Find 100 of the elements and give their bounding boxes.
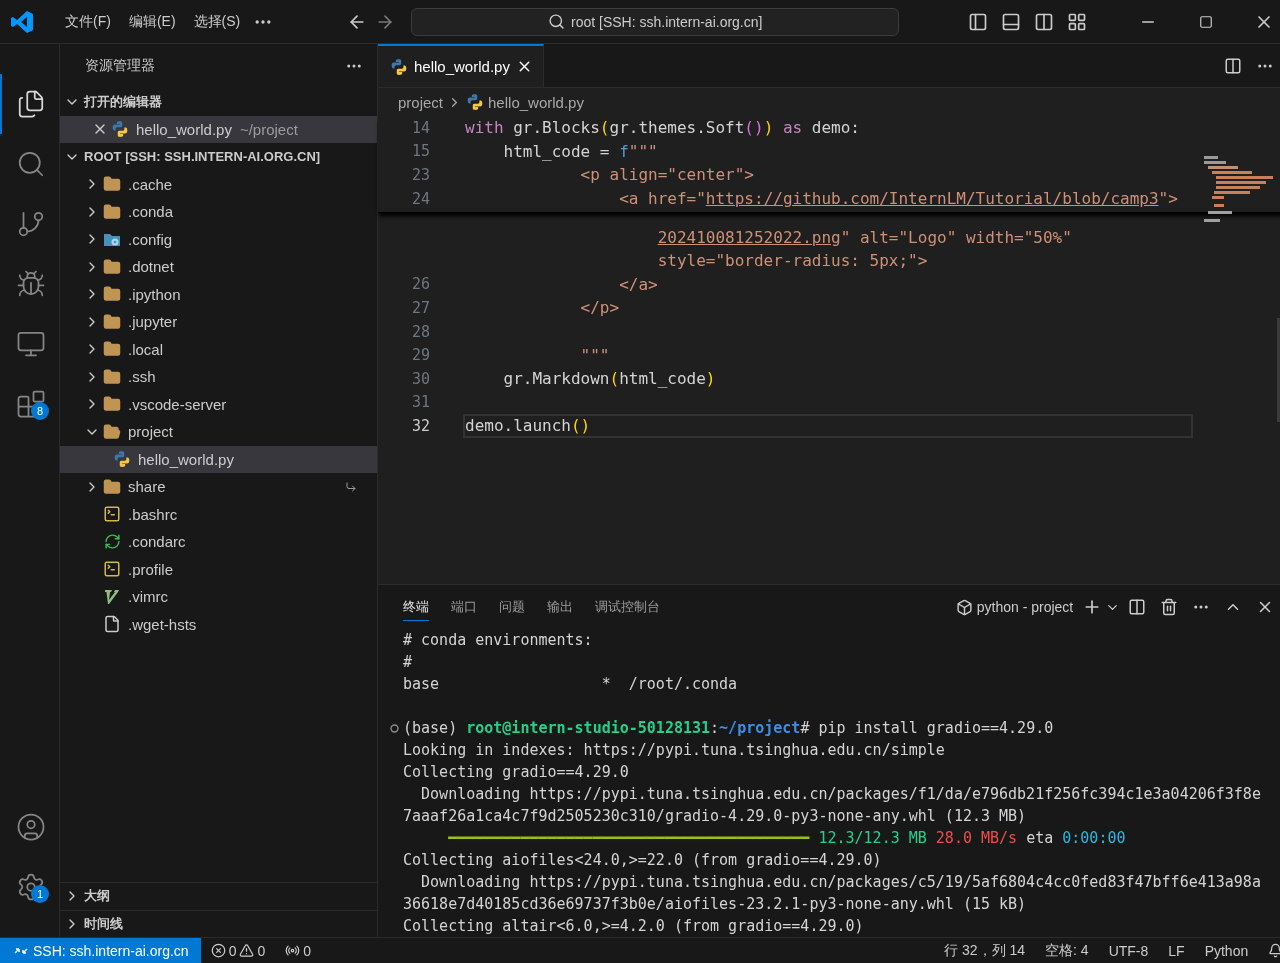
folder-icon <box>103 285 121 304</box>
tree-item[interactable]: share <box>60 473 377 501</box>
search-icon <box>548 13 565 30</box>
problems-status[interactable]: 0 0 <box>200 942 276 959</box>
panel-tab[interactable]: 输出 <box>547 593 573 621</box>
terminal-line: Looking in indexes: https://pypi.tuna.tsinghua.edu.cn/simple <box>403 741 945 759</box>
folder-icon <box>103 340 121 359</box>
command-search-field[interactable]: root [SSH: ssh.intern-ai.org.cn] <box>411 7 900 36</box>
menu-item[interactable]: 文件(F) <box>56 8 120 35</box>
tree-item[interactable]: .ipython <box>60 280 377 308</box>
folder-icon <box>103 202 121 221</box>
tree-item[interactable]: .config <box>60 225 377 253</box>
terminal-name[interactable]: python - project <box>976 599 1074 615</box>
line-number: 28 <box>410 322 430 341</box>
line-number: 27 <box>410 298 430 317</box>
section-header[interactable]: ROOT [SSH: SSH.INTERN-AI.ORG.CN] <box>60 143 377 171</box>
terminal-line: # conda environments: <box>403 631 593 649</box>
folder-icon <box>103 395 121 414</box>
tree-item[interactable]: .conda <box>60 198 377 226</box>
terminal-line: base * /root/.conda <box>403 675 738 693</box>
monitor-icon <box>15 329 46 359</box>
code-line: </a> <box>618 273 659 296</box>
line-number: 15 <box>410 142 430 161</box>
line-number: 24 <box>410 189 430 208</box>
terminal-line: Collecting gradio==4.29.0 <box>403 763 629 781</box>
minimap-drawing <box>1204 156 1274 222</box>
terminal-line: # <box>403 653 413 671</box>
warning-icon <box>239 943 255 958</box>
status-item[interactable]: 空格: 4 <box>1035 941 1099 960</box>
folder-icon <box>103 257 121 276</box>
python-file-icon <box>390 57 408 76</box>
remote-status[interactable]: SSH: ssh.intern-ai.org.cn <box>0 938 201 963</box>
breadcrumb-item[interactable]: hello_world.py <box>488 93 584 111</box>
terminal-line: 36618e7d40185cd36e69737f3b0e/aiofiles-23.2.1-py3-none-any.whl (15 kB) <box>403 895 1027 913</box>
tree-item[interactable]: .profile <box>60 555 377 583</box>
terminal-line: 7aaaf26a1ca4c7f9d2505230c310/gradio-4.29.0-py3-none-any.whl (12.3 MB) <box>403 807 1027 825</box>
panel-tab[interactable]: 问题 <box>499 593 525 621</box>
line-number: 30 <box>410 369 430 388</box>
terminal-line: ━━━━━━━━━━━━━━━━━━━━━━━━━━━━━━━━━━━━━━━━ 12.3/12.3 MB 28.0 MB/s eta 0:00:00 <box>447 829 1126 847</box>
sidebar-title: 资源管理器 <box>85 57 155 75</box>
terminal-line: Downloading https://pypi.tuna.tsinghua.edu.cn/packages/f1/da/e796db21f256fc394c1e3a04206f3f8e <box>420 785 1261 803</box>
account-icon <box>15 812 46 842</box>
editor-tab[interactable]: hello_world.py <box>378 44 544 87</box>
status-item[interactable]: 行 32，列 14 <box>934 941 1036 960</box>
tree-item[interactable]: project <box>60 418 377 446</box>
python-file-icon <box>466 93 485 111</box>
python-file-icon <box>113 450 131 469</box>
terminal-file-icon <box>103 560 121 579</box>
panel-tab[interactable]: 终端 <box>403 593 429 621</box>
folder-icon <box>103 367 121 386</box>
tree-item[interactable]: hello_world.py <box>60 445 377 473</box>
panel-tab[interactable]: 调试控制台 <box>595 593 660 621</box>
ports-icon <box>285 943 301 958</box>
folder-icon <box>103 477 121 496</box>
tree-item[interactable]: .vscode-server <box>60 390 377 418</box>
tree-item[interactable]: .condarc <box>60 528 377 556</box>
file-icon <box>103 615 121 634</box>
menu-item[interactable]: 编辑(E) <box>119 8 185 35</box>
breadcrumb-item[interactable]: project <box>398 93 444 111</box>
file-path: ~/project <box>239 120 298 138</box>
menu-item[interactable]: 选择(S) <box>184 8 250 35</box>
status-item[interactable]: Python <box>1194 942 1259 959</box>
panel-tab[interactable]: 端口 <box>451 593 477 621</box>
python-file-icon <box>111 120 129 139</box>
line-number: 32 <box>410 416 430 435</box>
section-header[interactable]: 大纲 <box>60 882 377 910</box>
section-header[interactable]: 打开的编辑器 <box>60 88 377 116</box>
open-editor-item[interactable]: hello_world.py ~/project <box>60 115 377 143</box>
tree-item[interactable]: .wget-hsts <box>60 610 377 638</box>
tree-item[interactable]: .bashrc <box>60 500 377 528</box>
terminal-file-icon <box>103 505 121 524</box>
folder-icon <box>103 312 121 331</box>
terminal-profile-icon <box>955 598 973 616</box>
activity-item[interactable]: 8 <box>0 374 59 434</box>
ports-status[interactable]: 0 <box>275 942 321 959</box>
activity-item[interactable]: 1 <box>0 857 59 917</box>
folder-icon <box>103 422 121 441</box>
tree-item[interactable]: .dotnet <box>60 253 377 281</box>
tree-item[interactable]: .local <box>60 335 377 363</box>
code-line: 202410081252022.png" alt="Logo" width="50%" <box>656 226 1073 249</box>
code-line: </p> <box>579 297 621 320</box>
code-line: <a href="https://github.com/InternLM/Tutorial/blob/camp3"> <box>618 188 1179 211</box>
terminal-line: Collecting altair<6.0,>=4.2.0 (from gradio==4.29.0) <box>403 917 864 935</box>
tree-item[interactable]: .jupyter <box>60 308 377 336</box>
terminal-line: (base) root@intern-studio-50128131:~/project# pip install gradio==4.29.0 <box>403 719 1054 737</box>
tree-item[interactable]: .ssh <box>60 363 377 391</box>
bug-icon <box>15 269 46 299</box>
terminal-line: Collecting aiofiles<24.0,>=22.0 (from gradio==4.29.0) <box>403 851 882 869</box>
line-number: 26 <box>410 275 430 294</box>
code-line: """ <box>579 344 611 367</box>
line-number: 23 <box>410 166 430 184</box>
count-badge: 1 <box>31 885 49 903</box>
code-line: <p align="center"> <box>579 164 755 187</box>
tree-item[interactable]: .vimrc <box>60 583 377 611</box>
status-item[interactable]: LF <box>1158 942 1195 959</box>
vim-file-icon <box>103 587 121 606</box>
tree-item[interactable]: .cache <box>60 170 377 198</box>
line-number: 31 <box>410 393 430 412</box>
status-item[interactable]: UTF-8 <box>1098 942 1159 959</box>
code-line: with gr.Blocks(gr.themes.Soft()) as demo: <box>464 117 861 140</box>
